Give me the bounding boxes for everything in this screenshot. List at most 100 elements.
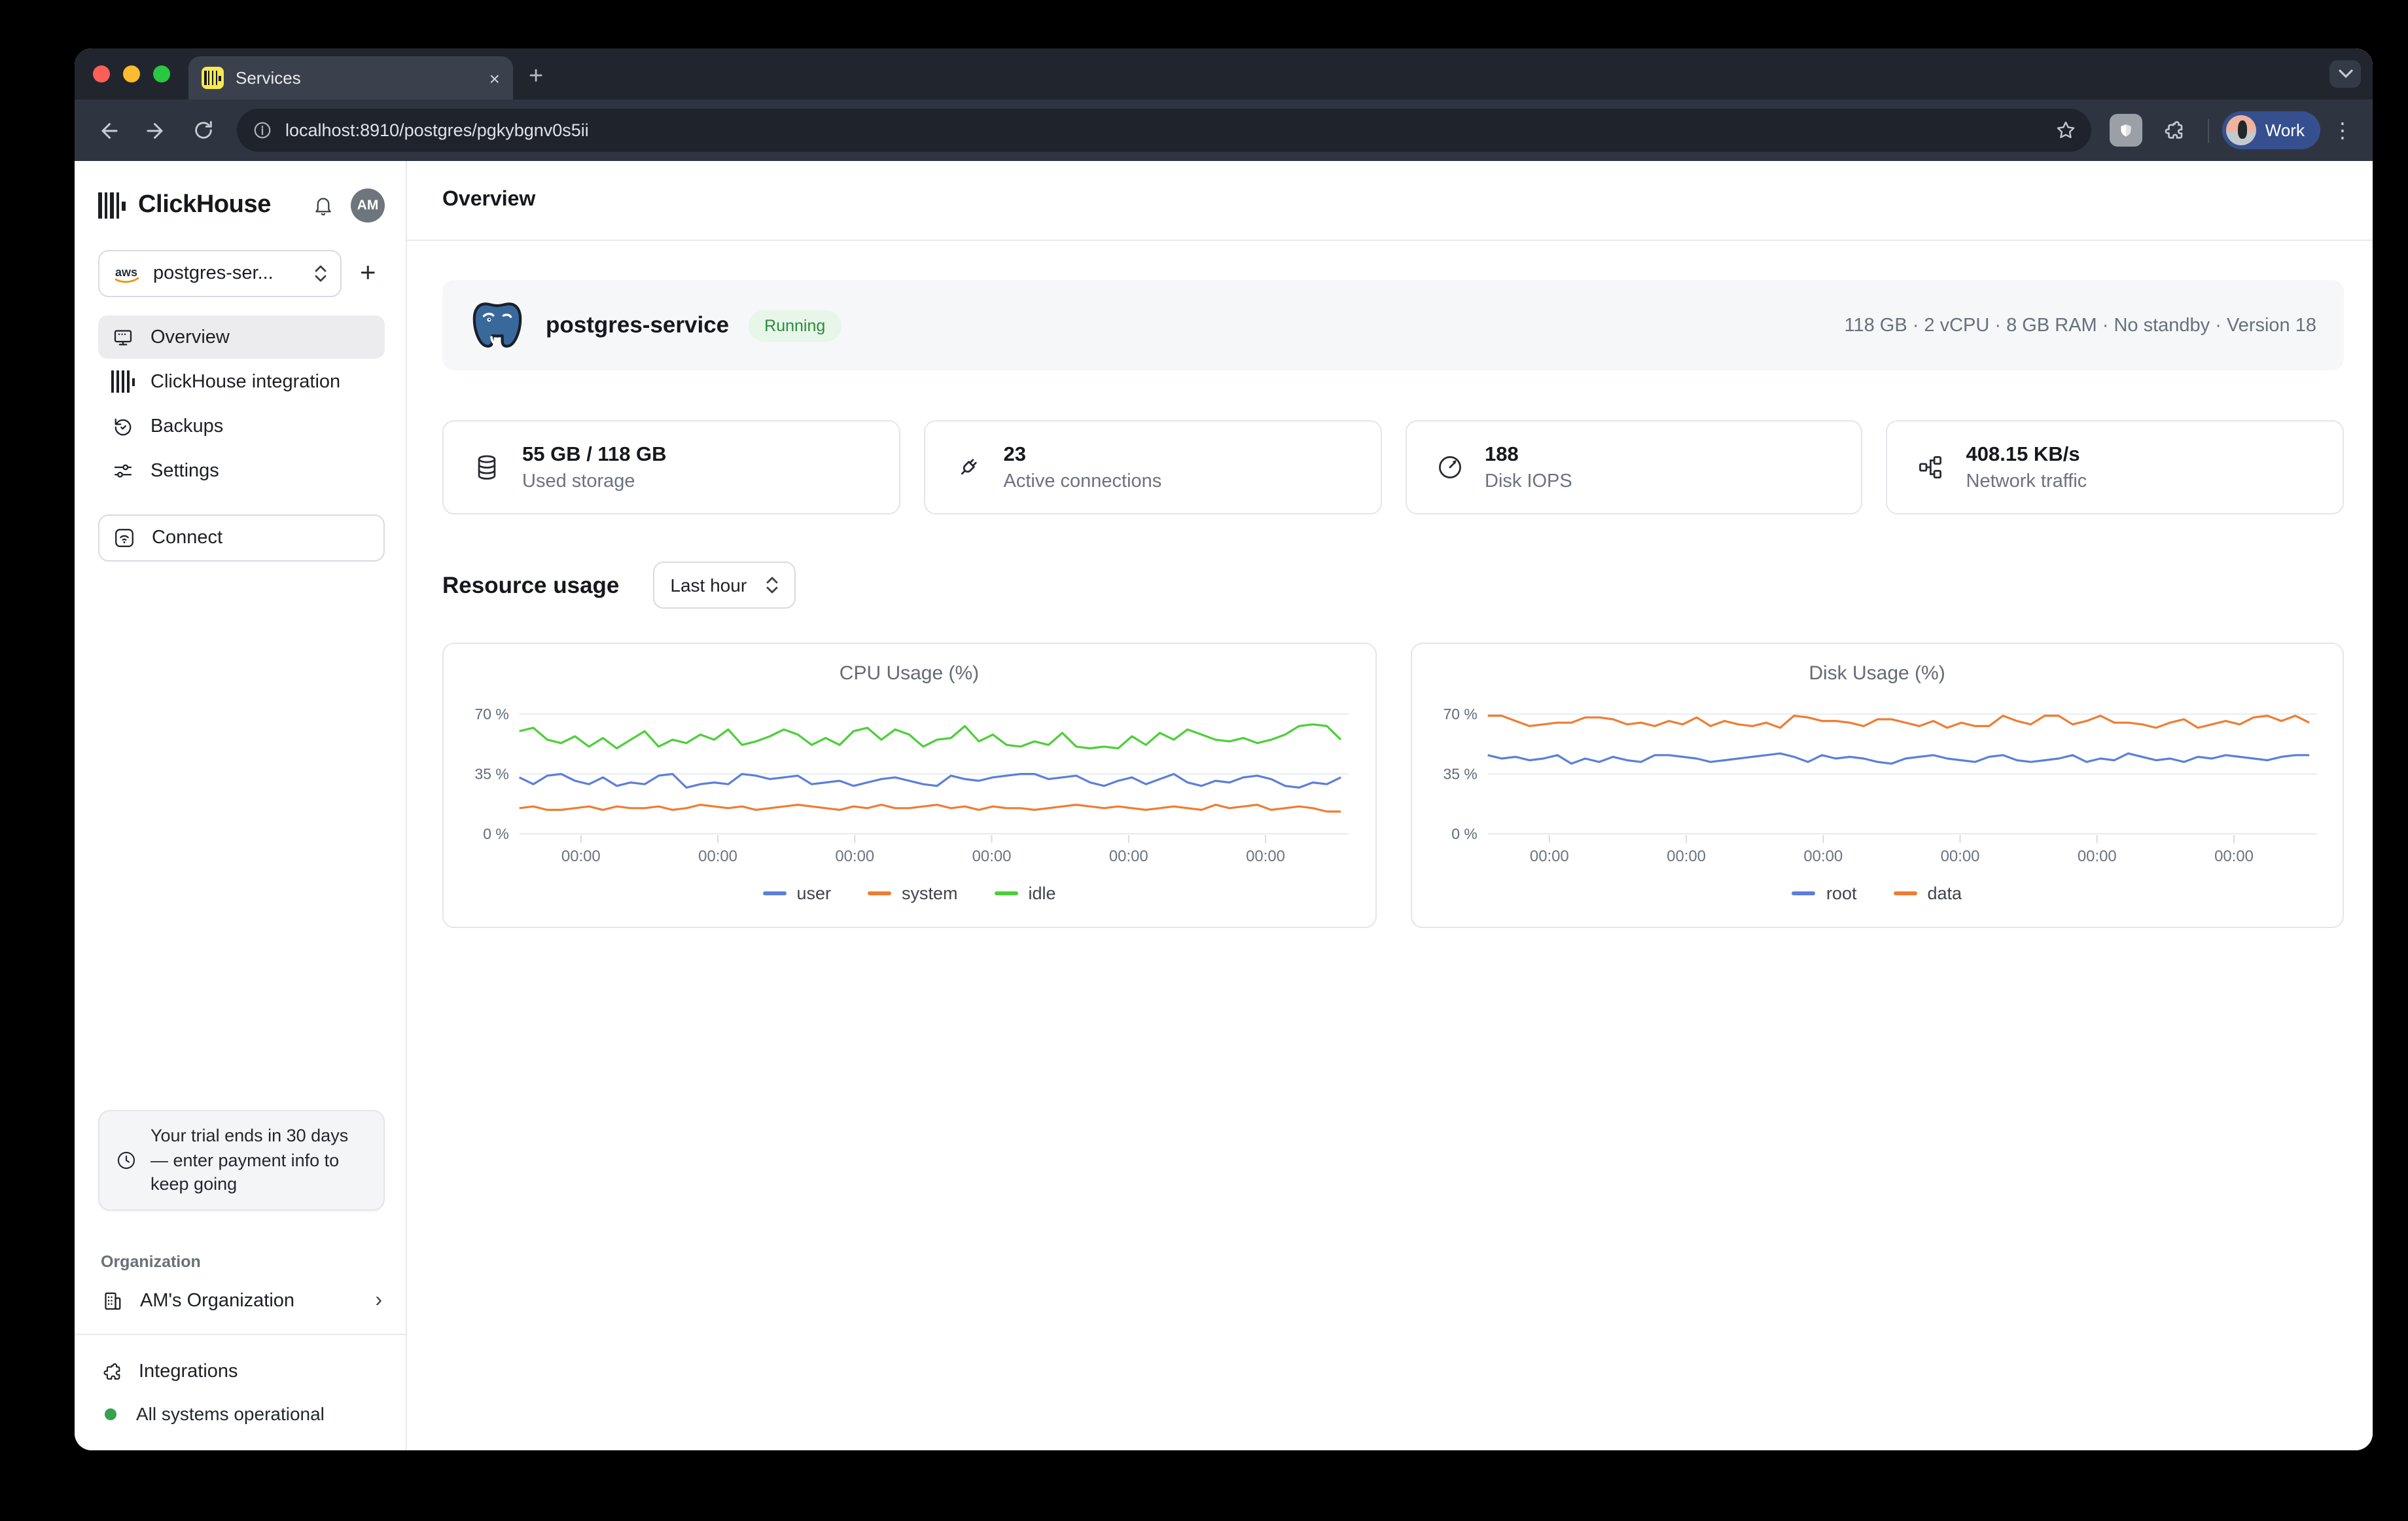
chevron-updown-icon: [765, 576, 778, 594]
legend-swatch: [762, 892, 786, 895]
sidebar-item-label: ClickHouse integration: [150, 371, 340, 392]
svg-text:00:00: 00:00: [1109, 848, 1148, 865]
legend-item[interactable]: data: [1893, 884, 1962, 903]
charts-row: CPU Usage (%) 0 %35 %70 %00:0000:0000:00…: [442, 643, 2344, 928]
service-specs: 118 GB · 2 vCPU · 8 GB RAM · No standby …: [1844, 315, 2316, 336]
svg-text:00:00: 00:00: [835, 848, 874, 865]
tab-search-button[interactable]: [2329, 60, 2361, 88]
chart-title: Disk Usage (%): [1427, 662, 2327, 685]
stat-value: 23: [1004, 443, 1162, 467]
connect-button[interactable]: Connect: [98, 514, 385, 562]
chart-legend: root data: [1427, 884, 2327, 903]
reload-button[interactable]: [182, 109, 224, 151]
svg-text:0 %: 0 %: [483, 825, 508, 842]
svg-text:0 %: 0 %: [1451, 825, 1476, 842]
resource-usage-heading: Resource usage: [442, 571, 619, 599]
svg-text:00:00: 00:00: [698, 848, 737, 865]
address-bar[interactable]: localhost:8910/postgres/pgkybgnv0s5ii: [237, 109, 2091, 152]
adblock-extension-button[interactable]: [2110, 114, 2142, 147]
add-service-button[interactable]: +: [360, 258, 376, 289]
screen: Services × + localhost:8910/postgres/pgk…: [0, 0, 2408, 1521]
extensions-button[interactable]: [2153, 109, 2195, 151]
svg-text:00:00: 00:00: [1246, 848, 1285, 865]
svg-text:00:00: 00:00: [2214, 848, 2253, 865]
legend-label: data: [1927, 884, 1962, 903]
tab-services[interactable]: Services ×: [188, 56, 513, 99]
forward-icon: [144, 118, 168, 142]
tab-strip: Services × +: [75, 48, 2373, 99]
svg-text:00:00: 00:00: [1803, 848, 1842, 865]
profile-button[interactable]: Work: [2222, 111, 2320, 149]
sidebar-item-settings[interactable]: Settings: [98, 449, 385, 492]
brand-row: ClickHouse AM: [98, 185, 385, 226]
clock-icon: [115, 1149, 137, 1172]
integrations-label: Integrations: [139, 1361, 238, 1382]
time-range-value: Last hour: [670, 575, 747, 596]
url-text[interactable]: localhost:8910/postgres/pgkybgnv0s5ii: [285, 120, 2036, 140]
new-tab-button[interactable]: +: [529, 63, 543, 92]
status-badge: Running: [749, 310, 841, 341]
chart-legend: user system idle: [459, 884, 1359, 903]
svg-text:aws: aws: [115, 265, 137, 278]
monitor-icon: [111, 325, 135, 349]
resource-usage-row: Resource usage Last hour: [442, 562, 2344, 609]
postgresql-logo-icon: [470, 298, 525, 353]
clickhouse-logo-icon: [98, 192, 125, 219]
site-info-icon[interactable]: [253, 120, 272, 140]
status-text: All systems operational: [136, 1403, 325, 1424]
sidebar-item-overview[interactable]: Overview: [98, 315, 385, 359]
aws-logo-icon: aws: [113, 264, 143, 283]
svg-text:35 %: 35 %: [475, 765, 509, 782]
window-minimize-button[interactable]: [123, 65, 140, 82]
legend-swatch: [868, 892, 891, 895]
network-icon: [1917, 453, 1945, 482]
sidebar-item-label: Overview: [150, 327, 230, 348]
svg-text:70 %: 70 %: [475, 706, 509, 723]
service-selector[interactable]: aws postgres-ser...: [98, 250, 342, 297]
legend-label: user: [796, 884, 831, 903]
legend-item[interactable]: user: [762, 884, 831, 903]
database-icon: [472, 453, 501, 482]
trial-notice: Your trial ends in 30 days — enter payme…: [98, 1111, 385, 1211]
sidebar-item-clickhouse-integration[interactable]: ClickHouse integration: [98, 360, 385, 403]
tab-close-icon[interactable]: ×: [489, 69, 500, 87]
forward-button[interactable]: [135, 109, 177, 151]
status-dot-icon: [105, 1408, 116, 1420]
window-zoom-button[interactable]: [153, 65, 170, 82]
stat-card-active-connections: 23 Active connections: [924, 420, 1382, 514]
legend-label: root: [1826, 884, 1857, 903]
system-status[interactable]: All systems operational: [98, 1395, 385, 1432]
window-controls: [75, 48, 188, 99]
profile-label: Work: [2265, 120, 2305, 140]
organization-row[interactable]: AM's Organization ›: [98, 1289, 385, 1313]
puzzle-icon: [2162, 118, 2186, 142]
sidebar-item-label: Settings: [150, 460, 219, 481]
legend-swatch: [1792, 892, 1816, 895]
time-range-select[interactable]: Last hour: [653, 562, 795, 609]
browser-menu-button[interactable]: ⋮: [2326, 117, 2360, 143]
page-header: Overview: [407, 161, 2373, 241]
brand-name: ClickHouse: [138, 191, 271, 220]
legend-item[interactable]: system: [868, 884, 958, 903]
back-button[interactable]: [88, 109, 130, 151]
bell-icon: [311, 194, 335, 217]
sidebar-item-backups[interactable]: Backups: [98, 404, 385, 448]
service-name: postgres-service: [546, 312, 729, 339]
stat-value: 188: [1485, 443, 1572, 467]
user-avatar[interactable]: AM: [351, 188, 385, 223]
shield-icon: [2117, 121, 2134, 139]
building-icon: [101, 1289, 124, 1313]
legend-item[interactable]: root: [1792, 884, 1857, 903]
notifications-button[interactable]: [311, 194, 335, 217]
svg-text:70 %: 70 %: [1443, 706, 1477, 723]
bookmark-button[interactable]: [2049, 113, 2083, 147]
window-close-button[interactable]: [93, 65, 110, 82]
back-icon: [97, 118, 120, 142]
clickhouse-bars-icon: [111, 370, 135, 393]
browser-toolbar: localhost:8910/postgres/pgkybgnv0s5ii Wo…: [75, 99, 2373, 161]
profile-avatar: [2226, 115, 2256, 145]
svg-text:00:00: 00:00: [1940, 848, 1979, 865]
legend-item[interactable]: idle: [995, 884, 1056, 903]
cpu-usage-plot: 0 %35 %70 %00:0000:0000:0000:0000:0000:0…: [459, 687, 1359, 881]
integrations-link[interactable]: Integrations: [98, 1353, 385, 1390]
